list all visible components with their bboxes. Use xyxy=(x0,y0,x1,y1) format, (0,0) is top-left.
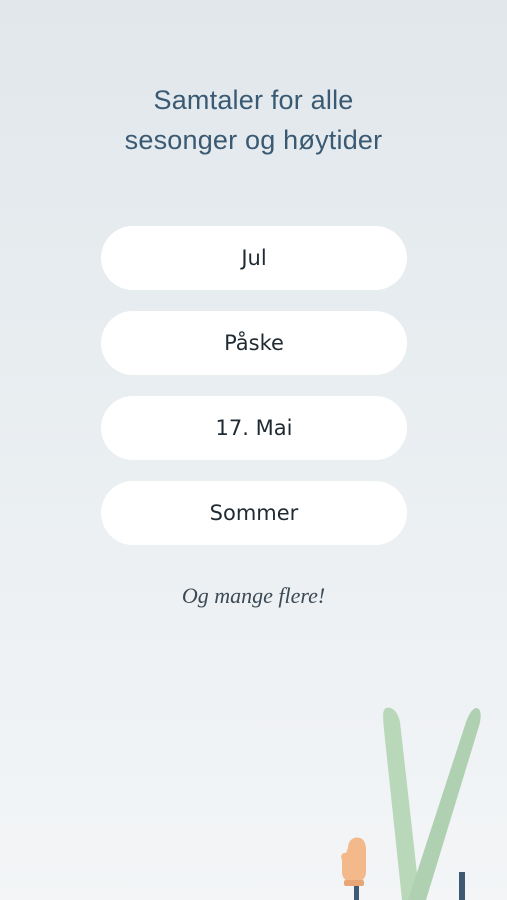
ski-pole-right xyxy=(459,872,465,900)
page-title-line-1: Samtaler for alle xyxy=(153,85,354,115)
left-ski xyxy=(383,707,420,900)
page-title: Samtaler for alle sesonger og høytider xyxy=(0,80,507,160)
option-button-jul[interactable]: Jul xyxy=(101,226,407,290)
ski-pole-left xyxy=(354,886,359,900)
option-button-sommer[interactable]: Sommer xyxy=(101,481,407,545)
page-title-line-2: sesonger og høytider xyxy=(124,125,383,155)
option-button-17-mai[interactable]: 17. Mai xyxy=(101,396,407,460)
mitten-icon xyxy=(341,837,366,882)
skis-illustration xyxy=(341,707,481,900)
option-button-paske[interactable]: Påske xyxy=(101,311,407,375)
right-ski xyxy=(408,708,481,900)
mitten-cuff xyxy=(344,880,364,886)
more-text: Og mange flere! xyxy=(181,583,326,608)
